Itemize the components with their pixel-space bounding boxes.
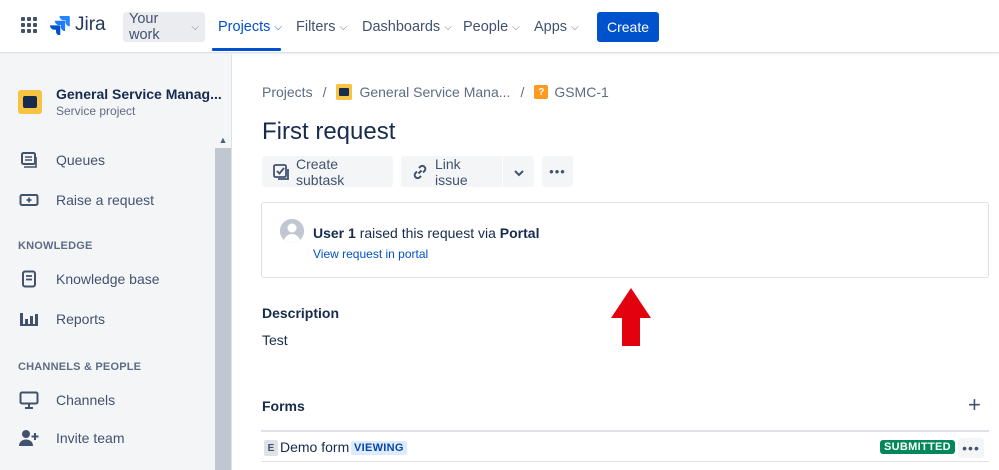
sidebar-item-label: Reports — [56, 311, 106, 327]
create-button[interactable]: Create — [597, 12, 659, 42]
link-issue-label: Link issue — [435, 155, 468, 188]
request-type-icon: ? — [534, 85, 549, 99]
nav-apps[interactable]: Apps ⌵ — [528, 12, 585, 42]
nav-filters-label: Filters — [296, 19, 336, 35]
chevron-down-icon: ⌵ — [571, 21, 579, 33]
view-request-in-portal-link[interactable]: View request in portal — [313, 247, 428, 261]
project-type: Service project — [56, 104, 136, 118]
issue-title[interactable]: First request — [262, 118, 395, 146]
annotation-arrow-icon — [611, 288, 651, 346]
raised-channel: Portal — [499, 225, 540, 241]
request-info-panel: User 1 raised this request via Portal Vi… — [261, 202, 989, 278]
nav-projects-label: Projects — [218, 19, 271, 35]
chevron-down-icon: ⌵ — [274, 21, 282, 33]
add-form-button[interactable]: + — [968, 394, 981, 416]
jira-logo[interactable]: Jira — [50, 14, 106, 36]
forms-heading: Forms — [262, 398, 305, 414]
sidebar-item-label: Channels — [56, 392, 116, 408]
raised-by-user[interactable]: User 1 — [313, 225, 356, 241]
form-row[interactable]: E Demo form VIEWING SUBMITTED ••• — [261, 432, 989, 462]
description-heading: Description — [262, 305, 340, 321]
chevron-down-icon: ⌵ — [191, 21, 199, 33]
sidebar-item-label: Queues — [56, 152, 106, 168]
more-icon — [20, 464, 38, 470]
breadcrumb: Projects / General Service Mana... / ? G… — [262, 84, 609, 100]
active-nav-indicator — [212, 48, 281, 51]
more-actions-button[interactable]: ••• — [542, 156, 573, 187]
queues-icon — [18, 149, 40, 171]
project-name[interactable]: General Service Manag... — [56, 86, 222, 102]
breadcrumb-issue-key[interactable]: GSMC-1 — [554, 84, 608, 100]
nav-filters[interactable]: Filters ⌵ — [290, 12, 353, 42]
chevron-down-icon — [513, 164, 525, 180]
form-type-icon: E — [264, 440, 278, 456]
sidebar-scrollbar[interactable] — [215, 132, 231, 470]
invite-team-icon — [18, 427, 40, 449]
breadcrumb-project[interactable]: General Service Mana... — [359, 84, 510, 100]
description-text[interactable]: Test — [262, 332, 288, 348]
sidebar-item-raise-request[interactable]: Raise a request — [18, 188, 154, 212]
raise-request-icon — [18, 189, 40, 211]
user-avatar-icon — [280, 219, 304, 243]
section-heading-channels-people: CHANNELS & PEOPLE — [18, 361, 142, 373]
channels-icon — [18, 389, 40, 411]
nav-dashboards-label: Dashboards — [362, 19, 441, 35]
nav-apps-label: Apps — [534, 19, 568, 35]
knowledge-base-icon — [18, 268, 40, 290]
chevron-down-icon: ⌵ — [512, 21, 520, 33]
project-avatar-icon — [336, 84, 353, 100]
viewing-badge: VIEWING — [351, 441, 407, 455]
form-name[interactable]: Demo form — [280, 439, 349, 455]
breadcrumb-separator: / — [520, 84, 525, 100]
jira-wordmark: Jira — [75, 14, 106, 35]
sidebar-item-invite-team[interactable]: Invite team — [18, 426, 124, 450]
project-sidebar: General Service Manag... Service project… — [0, 54, 232, 470]
raised-by-text: User 1 raised this request via Portal — [313, 225, 539, 241]
sidebar-item-reports[interactable]: Reports — [18, 307, 105, 331]
sidebar-item-knowledge-base[interactable]: Knowledge base — [18, 267, 160, 291]
nav-people[interactable]: People ⌵ — [457, 12, 526, 42]
scroll-up-arrow-icon[interactable]: ▲ — [215, 132, 231, 148]
top-navigation: Jira Your work ⌵ Projects ⌵ Filters ⌵ Da… — [0, 0, 999, 53]
project-avatar-icon — [18, 90, 42, 114]
link-issue-dropdown[interactable] — [503, 156, 534, 187]
nav-your-work-label: Your work — [129, 11, 160, 43]
jira-logo-icon — [50, 16, 70, 35]
subtask-icon — [272, 163, 290, 181]
user-avatar — [280, 219, 304, 243]
link-icon — [411, 163, 429, 181]
chevron-down-icon: ⌵ — [444, 21, 452, 33]
link-issue-button[interactable]: Link issue — [401, 155, 502, 188]
breadcrumb-projects[interactable]: Projects — [262, 84, 313, 100]
nav-your-work[interactable]: Your work ⌵ — [123, 11, 205, 43]
sidebar-item-channels[interactable]: Channels — [18, 388, 115, 412]
sidebar-item-label: Knowledge base — [56, 271, 160, 287]
section-heading-knowledge: KNOWLEDGE — [18, 240, 93, 252]
app-switcher-icon[interactable] — [21, 17, 37, 33]
chevron-down-icon: ⌵ — [339, 21, 348, 33]
submitted-status-badge: SUBMITTED — [880, 440, 955, 454]
nav-dashboards[interactable]: Dashboards ⌵ — [356, 12, 458, 42]
create-subtask-label: Create subtask — [296, 155, 345, 188]
sidebar-item-label: Raise a request — [56, 192, 155, 208]
raised-text: raised this request via — [359, 225, 496, 241]
sidebar-item-queues[interactable]: Queues — [18, 148, 105, 172]
nav-people-label: People — [463, 19, 509, 35]
form-more-actions-button[interactable]: ••• — [958, 438, 984, 458]
create-subtask-button[interactable]: Create subtask — [262, 155, 393, 188]
breadcrumb-separator: / — [322, 84, 327, 100]
sidebar-item-label: Invite team — [56, 430, 125, 446]
nav-projects[interactable]: Projects ⌵ — [212, 12, 288, 42]
reports-icon — [18, 308, 40, 330]
